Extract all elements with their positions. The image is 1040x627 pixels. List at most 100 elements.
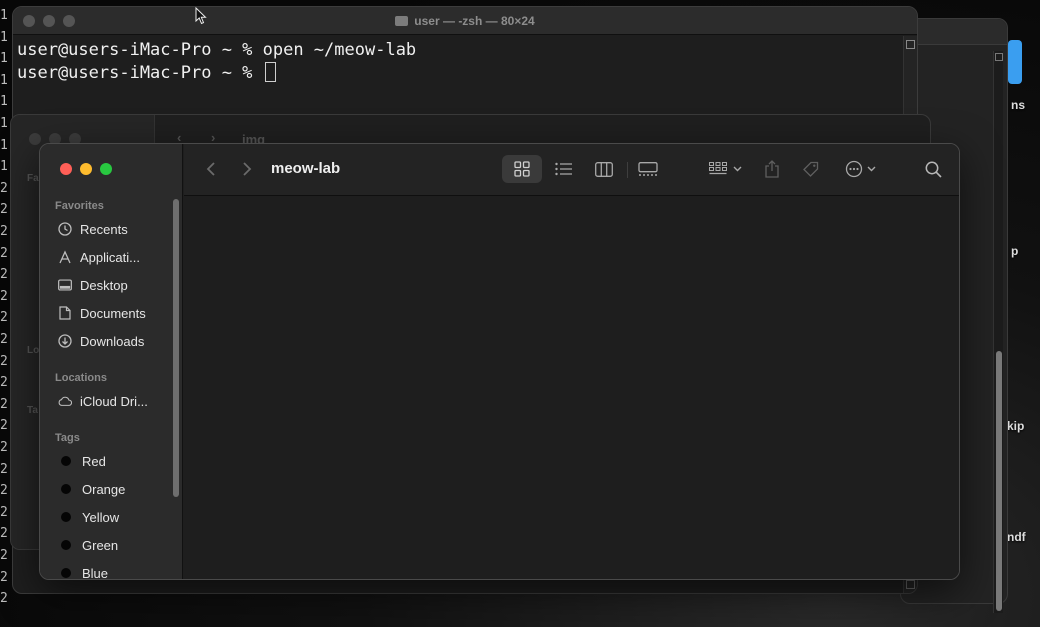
columns-icon [595, 161, 613, 177]
sidebar-item-label: iCloud Dri... [80, 393, 148, 409]
background-terminal-char: 2 [0, 224, 8, 239]
sidebar-item-tag-red[interactable]: Red [58, 450, 106, 472]
background-terminal-char: 2 [0, 526, 8, 542]
background-terminal-char: 1 [0, 72, 8, 88]
folder-icon [395, 16, 409, 26]
sidebar-scrollbar[interactable] [173, 199, 179, 497]
sidebar-item-documents[interactable]: Documents [58, 302, 146, 324]
list-view-button[interactable] [548, 155, 580, 183]
column-view-button[interactable] [588, 155, 620, 183]
background-terminal-char: 2 [0, 440, 8, 455]
background-terminal-char: 2 [0, 353, 8, 369]
back-button[interactable] [202, 158, 220, 180]
minimize-button[interactable] [80, 163, 92, 175]
background-section-label: Fa [27, 173, 39, 184]
sidebar-section-locations: Locations [55, 372, 107, 384]
background-terminal-char: 2 [0, 591, 8, 607]
background-terminal-char: 1 [0, 137, 8, 153]
close-button[interactable] [60, 163, 72, 175]
finder-window-controls [60, 163, 112, 175]
background-terminal-char: 2 [0, 202, 8, 218]
finder-sidebar[interactable]: Favorites Recents Applicati... Desktop D… [40, 144, 183, 579]
terminal-title: user — -zsh — 80×24 [13, 14, 917, 28]
group-grid-icon [708, 162, 727, 175]
sidebar-item-applications[interactable]: Applicati... [58, 246, 140, 268]
background-terminal-char: 1 [0, 29, 8, 45]
folder-content-area[interactable] [184, 197, 959, 579]
gallery-view-button[interactable] [630, 155, 666, 183]
tag-dot-icon [61, 568, 71, 578]
desktop-label-3[interactable]: kip [1007, 419, 1024, 433]
share-button[interactable] [760, 155, 784, 183]
finder-window[interactable]: Favorites Recents Applicati... Desktop D… [39, 143, 960, 580]
sidebar-item-tag-green[interactable]: Green [58, 534, 118, 556]
list-icon [555, 162, 572, 176]
background-window-scrollbar[interactable] [993, 51, 1003, 613]
chevron-down-icon [733, 166, 741, 172]
tag-dot-icon [61, 540, 71, 550]
search-icon [925, 161, 942, 178]
more-actions-button[interactable] [840, 155, 880, 183]
background-terminal-char: 2 [0, 332, 8, 347]
sidebar-item-label: Documents [80, 305, 146, 321]
background-terminal-char: 1 [0, 94, 8, 110]
terminal-titlebar[interactable]: user — -zsh — 80×24 [13, 7, 917, 35]
finder-toolbar: meow-lab [184, 144, 959, 196]
text-cursor [264, 62, 276, 82]
scroll-thumb[interactable] [996, 351, 1002, 611]
sidebar-item-tag-orange[interactable]: Orange [58, 478, 125, 500]
tags-button[interactable] [798, 155, 824, 183]
sidebar-item-label: Orange [82, 481, 126, 497]
search-button[interactable] [920, 155, 946, 183]
zoom-button[interactable] [100, 163, 112, 175]
sidebar-item-label: Applicati... [80, 249, 140, 265]
sidebar-item-downloads[interactable]: Downloads [58, 330, 144, 352]
icon-view-button[interactable] [502, 155, 542, 183]
background-terminal-char: 2 [0, 245, 8, 261]
background-terminal-char: 2 [0, 569, 8, 585]
sidebar-item-label: Desktop [80, 277, 128, 293]
group-by-button[interactable] [704, 155, 746, 183]
background-section-label: Ta [27, 405, 38, 416]
background-terminal-char: 1 [0, 51, 8, 67]
desktop-label-2[interactable]: p [1011, 244, 1018, 258]
chevron-right-icon [243, 162, 252, 176]
background-terminal-char: 2 [0, 396, 8, 412]
background-terminal-char: 2 [0, 504, 8, 520]
sidebar-item-label: Red [82, 453, 106, 469]
background-terminal-char: 2 [0, 180, 8, 196]
sidebar-section-tags: Tags [55, 432, 80, 444]
background-terminal-char: 2 [0, 375, 8, 391]
scroll-cap-icon [906, 580, 915, 589]
desktop-folder-icon[interactable] [1008, 40, 1022, 84]
sidebar-item-recents[interactable]: Recents [58, 218, 128, 240]
folder-title: meow-lab [271, 160, 341, 177]
cloud-icon [58, 394, 72, 408]
chevron-down-icon [867, 166, 875, 172]
sidebar-item-label: Green [82, 537, 119, 553]
background-section-label: Lo [27, 345, 40, 356]
desktop-icon [58, 278, 72, 292]
terminal-output[interactable]: user@users-iMac-Pro ~ % open ~/meow-lab … [13, 35, 917, 85]
background-terminal-char: 2 [0, 310, 8, 326]
terminal-prompt-line[interactable]: user@users-iMac-Pro ~ % [17, 62, 917, 85]
forward-button[interactable] [238, 158, 256, 180]
chevron-left-icon [206, 162, 215, 176]
download-icon [58, 334, 72, 348]
background-terminal-char: 2 [0, 288, 8, 304]
background-terminal-char: 2 [0, 548, 8, 563]
sidebar-item-tag-blue[interactable]: Blue [58, 562, 108, 579]
clock-icon [58, 222, 72, 236]
terminal-title-text: user — -zsh — 80×24 [414, 14, 535, 28]
sidebar-item-icloud-drive[interactable]: iCloud Dri... [58, 390, 148, 412]
mouse-pointer-icon [195, 7, 207, 25]
background-terminal-char: 1 [0, 159, 8, 175]
sidebar-item-label: Recents [80, 221, 128, 237]
sidebar-section-favorites: Favorites [55, 200, 104, 212]
grid-icon [514, 161, 530, 177]
desktop-label-4[interactable]: ndf [1007, 530, 1026, 544]
toolbar-divider [627, 162, 628, 178]
desktop-label-1[interactable]: ns [1011, 98, 1025, 112]
sidebar-item-tag-yellow[interactable]: Yellow [58, 506, 119, 528]
sidebar-item-desktop[interactable]: Desktop [58, 274, 128, 296]
